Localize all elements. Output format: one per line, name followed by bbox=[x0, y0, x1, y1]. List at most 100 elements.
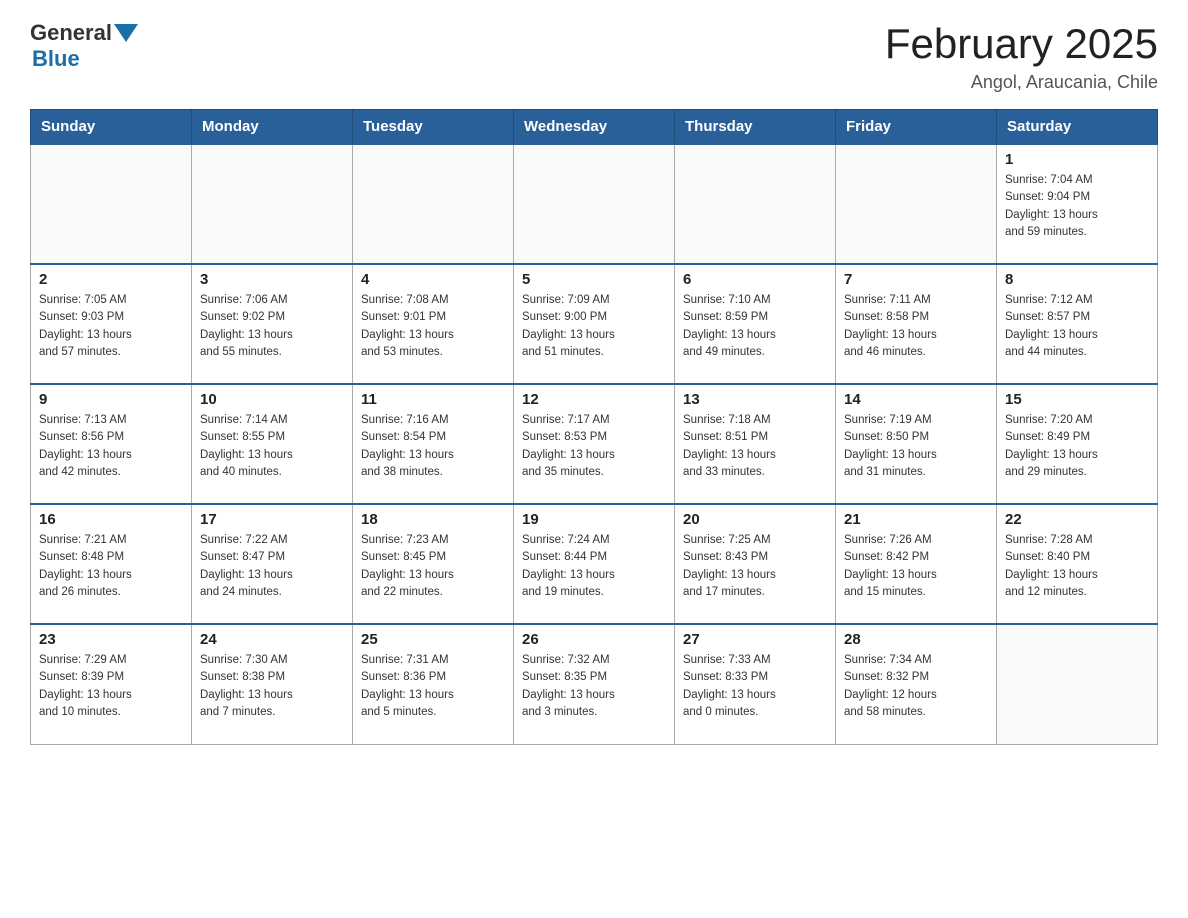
weekday-header-sunday: Sunday bbox=[31, 110, 192, 145]
day-info: Sunrise: 7:28 AMSunset: 8:40 PMDaylight:… bbox=[1005, 532, 1149, 601]
calendar-cell: 17 Sunrise: 7:22 AMSunset: 8:47 PMDayligh… bbox=[192, 504, 353, 624]
calendar-cell: 8 Sunrise: 7:12 AMSunset: 8:57 PMDaylight… bbox=[997, 264, 1158, 384]
calendar-cell: 24Sunrise: 7:30 AMSunset: 8:38 PMDayligh… bbox=[192, 624, 353, 744]
calendar-cell: 26 Sunrise: 7:32 AMSunset: 8:35 PMDayligh… bbox=[514, 624, 675, 744]
day-number: 20 bbox=[683, 511, 827, 528]
month-title: February 2025 bbox=[885, 20, 1158, 68]
calendar-cell: 28Sunrise: 7:34 AMSunset: 8:32 PMDayligh… bbox=[836, 624, 997, 744]
calendar-week-4: 23 Sunrise: 7:29 AMSunset: 8:39 PMDayligh… bbox=[31, 624, 1158, 744]
day-info: Sunrise: 7:30 AMSunset: 8:38 PMDaylight:… bbox=[200, 652, 344, 721]
calendar-cell: 14 Sunrise: 7:19 AMSunset: 8:50 PMDayligh… bbox=[836, 384, 997, 504]
calendar-cell: 9 Sunrise: 7:13 AMSunset: 8:56 PMDaylight… bbox=[31, 384, 192, 504]
logo-general-text: General bbox=[30, 20, 112, 46]
calendar-cell: 21Sunrise: 7:26 AMSunset: 8:42 PMDayligh… bbox=[836, 504, 997, 624]
day-number: 26 bbox=[522, 631, 666, 648]
weekday-header-wednesday: Wednesday bbox=[514, 110, 675, 145]
day-number: 9 bbox=[39, 391, 183, 408]
calendar-cell bbox=[514, 144, 675, 264]
calendar-cell: 11Sunrise: 7:16 AMSunset: 8:54 PMDayligh… bbox=[353, 384, 514, 504]
day-info: Sunrise: 7:18 AMSunset: 8:51 PMDaylight:… bbox=[683, 412, 827, 481]
calendar-cell: 10 Sunrise: 7:14 AMSunset: 8:55 PMDayligh… bbox=[192, 384, 353, 504]
day-number: 18 bbox=[361, 511, 505, 528]
day-number: 4 bbox=[361, 271, 505, 288]
calendar-cell: 4 Sunrise: 7:08 AMSunset: 9:01 PMDaylight… bbox=[353, 264, 514, 384]
day-info: Sunrise: 7:16 AMSunset: 8:54 PMDaylight:… bbox=[361, 412, 505, 481]
calendar-cell: 13Sunrise: 7:18 AMSunset: 8:51 PMDayligh… bbox=[675, 384, 836, 504]
calendar-table: SundayMondayTuesdayWednesdayThursdayFrid… bbox=[30, 109, 1158, 745]
day-info: Sunrise: 7:29 AMSunset: 8:39 PMDaylight:… bbox=[39, 652, 183, 721]
calendar-cell: 23 Sunrise: 7:29 AMSunset: 8:39 PMDayligh… bbox=[31, 624, 192, 744]
calendar-cell: 20 Sunrise: 7:25 AMSunset: 8:43 PMDayligh… bbox=[675, 504, 836, 624]
day-info: Sunrise: 7:32 AMSunset: 8:35 PMDaylight:… bbox=[522, 652, 666, 721]
calendar-week-1: 2Sunrise: 7:05 AMSunset: 9:03 PMDaylight… bbox=[31, 264, 1158, 384]
day-info: Sunrise: 7:26 AMSunset: 8:42 PMDaylight:… bbox=[844, 532, 988, 601]
day-info: Sunrise: 7:10 AMSunset: 8:59 PMDaylight:… bbox=[683, 292, 827, 361]
calendar-cell: 3 Sunrise: 7:06 AMSunset: 9:02 PMDaylight… bbox=[192, 264, 353, 384]
calendar-cell: 7 Sunrise: 7:11 AMSunset: 8:58 PMDaylight… bbox=[836, 264, 997, 384]
day-info: Sunrise: 7:11 AMSunset: 8:58 PMDaylight:… bbox=[844, 292, 988, 361]
day-number: 19 bbox=[522, 511, 666, 528]
day-info: Sunrise: 7:34 AMSunset: 8:32 PMDaylight:… bbox=[844, 652, 988, 721]
day-number: 15 bbox=[1005, 391, 1149, 408]
calendar-cell: 6 Sunrise: 7:10 AMSunset: 8:59 PMDaylight… bbox=[675, 264, 836, 384]
calendar-cell: 2Sunrise: 7:05 AMSunset: 9:03 PMDaylight… bbox=[31, 264, 192, 384]
calendar-cell: 16 Sunrise: 7:21 AMSunset: 8:48 PMDayligh… bbox=[31, 504, 192, 624]
day-number: 8 bbox=[1005, 271, 1149, 288]
day-info: Sunrise: 7:22 AMSunset: 8:47 PMDaylight:… bbox=[200, 532, 344, 601]
weekday-header-friday: Friday bbox=[836, 110, 997, 145]
weekday-header-tuesday: Tuesday bbox=[353, 110, 514, 145]
day-info: Sunrise: 7:19 AMSunset: 8:50 PMDaylight:… bbox=[844, 412, 988, 481]
day-number: 12 bbox=[522, 391, 666, 408]
day-info: Sunrise: 7:05 AMSunset: 9:03 PMDaylight:… bbox=[39, 292, 183, 361]
day-info: Sunrise: 7:06 AMSunset: 9:02 PMDaylight:… bbox=[200, 292, 344, 361]
calendar-cell: 19 Sunrise: 7:24 AMSunset: 8:44 PMDayligh… bbox=[514, 504, 675, 624]
day-number: 27 bbox=[683, 631, 827, 648]
day-number: 3 bbox=[200, 271, 344, 288]
day-number: 25 bbox=[361, 631, 505, 648]
location-subtitle: Angol, Araucania, Chile bbox=[885, 72, 1158, 93]
day-info: Sunrise: 7:08 AMSunset: 9:01 PMDaylight:… bbox=[361, 292, 505, 361]
title-section: February 2025 Angol, Araucania, Chile bbox=[885, 20, 1158, 93]
day-number: 14 bbox=[844, 391, 988, 408]
calendar-week-0: 1Sunrise: 7:04 AMSunset: 9:04 PMDaylight… bbox=[31, 144, 1158, 264]
day-number: 1 bbox=[1005, 151, 1149, 168]
calendar-week-2: 9 Sunrise: 7:13 AMSunset: 8:56 PMDaylight… bbox=[31, 384, 1158, 504]
calendar-cell: 27 Sunrise: 7:33 AMSunset: 8:33 PMDayligh… bbox=[675, 624, 836, 744]
calendar-body: 1Sunrise: 7:04 AMSunset: 9:04 PMDaylight… bbox=[31, 144, 1158, 744]
calendar-cell: 5 Sunrise: 7:09 AMSunset: 9:00 PMDaylight… bbox=[514, 264, 675, 384]
calendar-cell bbox=[997, 624, 1158, 744]
calendar-cell: 15 Sunrise: 7:20 AMSunset: 8:49 PMDayligh… bbox=[997, 384, 1158, 504]
day-info: Sunrise: 7:20 AMSunset: 8:49 PMDaylight:… bbox=[1005, 412, 1149, 481]
day-info: Sunrise: 7:12 AMSunset: 8:57 PMDaylight:… bbox=[1005, 292, 1149, 361]
day-info: Sunrise: 7:21 AMSunset: 8:48 PMDaylight:… bbox=[39, 532, 183, 601]
weekday-header-saturday: Saturday bbox=[997, 110, 1158, 145]
calendar-header: SundayMondayTuesdayWednesdayThursdayFrid… bbox=[31, 110, 1158, 145]
day-number: 23 bbox=[39, 631, 183, 648]
day-info: Sunrise: 7:23 AMSunset: 8:45 PMDaylight:… bbox=[361, 532, 505, 601]
day-info: Sunrise: 7:09 AMSunset: 9:00 PMDaylight:… bbox=[522, 292, 666, 361]
day-info: Sunrise: 7:13 AMSunset: 8:56 PMDaylight:… bbox=[39, 412, 183, 481]
calendar-cell bbox=[836, 144, 997, 264]
weekday-header-row: SundayMondayTuesdayWednesdayThursdayFrid… bbox=[31, 110, 1158, 145]
day-number: 5 bbox=[522, 271, 666, 288]
page-header: General Blue February 2025 Angol, Arauca… bbox=[30, 20, 1158, 93]
day-number: 16 bbox=[39, 511, 183, 528]
logo: General Blue bbox=[30, 20, 138, 72]
day-info: Sunrise: 7:25 AMSunset: 8:43 PMDaylight:… bbox=[683, 532, 827, 601]
logo-blue-text: Blue bbox=[32, 46, 80, 71]
day-info: Sunrise: 7:14 AMSunset: 8:55 PMDaylight:… bbox=[200, 412, 344, 481]
day-info: Sunrise: 7:33 AMSunset: 8:33 PMDaylight:… bbox=[683, 652, 827, 721]
calendar-cell: 25 Sunrise: 7:31 AMSunset: 8:36 PMDayligh… bbox=[353, 624, 514, 744]
day-info: Sunrise: 7:17 AMSunset: 8:53 PMDaylight:… bbox=[522, 412, 666, 481]
day-number: 6 bbox=[683, 271, 827, 288]
weekday-header-thursday: Thursday bbox=[675, 110, 836, 145]
calendar-cell bbox=[31, 144, 192, 264]
day-info: Sunrise: 7:31 AMSunset: 8:36 PMDaylight:… bbox=[361, 652, 505, 721]
logo-arrow-icon bbox=[114, 24, 138, 42]
calendar-cell: 18 Sunrise: 7:23 AMSunset: 8:45 PMDayligh… bbox=[353, 504, 514, 624]
day-number: 7 bbox=[844, 271, 988, 288]
day-number: 17 bbox=[200, 511, 344, 528]
day-number: 10 bbox=[200, 391, 344, 408]
calendar-cell: 22Sunrise: 7:28 AMSunset: 8:40 PMDayligh… bbox=[997, 504, 1158, 624]
day-info: Sunrise: 7:24 AMSunset: 8:44 PMDaylight:… bbox=[522, 532, 666, 601]
